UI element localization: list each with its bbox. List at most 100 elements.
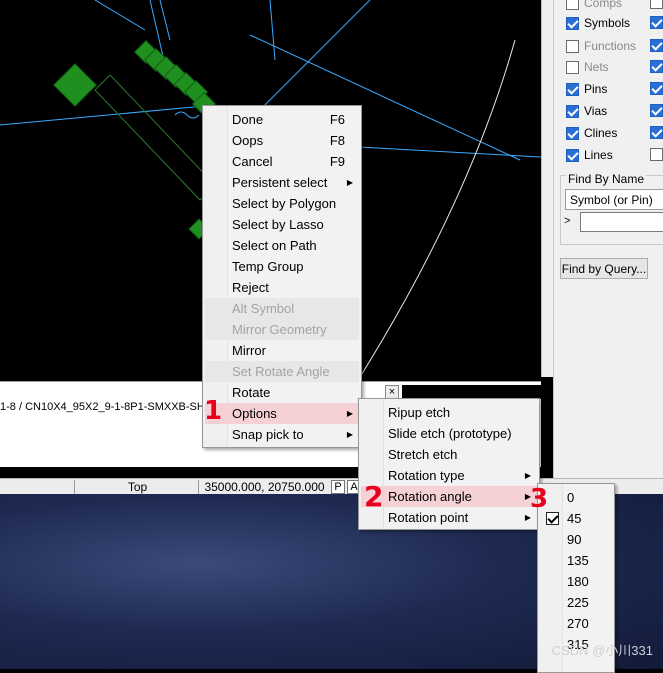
menu-shortcut: F8 bbox=[329, 133, 345, 148]
find-by-name-arrow-icon[interactable]: > bbox=[564, 215, 570, 227]
menu-item-angle-225[interactable]: 225 bbox=[540, 592, 612, 613]
visibility-row-lines[interactable]: Lines bbox=[566, 146, 613, 164]
find-by-query-button[interactable]: Find by Query... bbox=[560, 258, 648, 279]
checkbox-label: Comps bbox=[584, 0, 623, 10]
menu-item-stretch-etch[interactable]: Stretch etch bbox=[361, 444, 537, 465]
checkbox-label: Clines bbox=[584, 126, 618, 140]
menu-item-label: Rotation angle bbox=[388, 489, 472, 504]
checkbox-vias-col2[interactable] bbox=[650, 104, 663, 117]
cyan-trace bbox=[269, 0, 276, 61]
checkbox-symbols[interactable] bbox=[566, 16, 579, 30]
menu-item-select-by-polygon[interactable]: Select by Polygon bbox=[205, 193, 359, 214]
menu-item-angle-45[interactable]: 45 bbox=[540, 508, 612, 529]
find-by-name-input[interactable] bbox=[580, 212, 663, 232]
menu-item-angle-270[interactable]: 270 bbox=[540, 613, 612, 634]
checkbox-label: Symbols bbox=[584, 16, 631, 30]
checkbox-comps-col2[interactable] bbox=[650, 0, 663, 9]
menu-item-label: Mirror bbox=[232, 343, 266, 358]
menu-item-angle-180[interactable]: 180 bbox=[540, 571, 612, 592]
menu-item-rotation-point[interactable]: Rotation point ▶ bbox=[361, 507, 537, 528]
checkbox-functions[interactable] bbox=[566, 39, 579, 53]
checkbox-pins-col2[interactable] bbox=[650, 82, 663, 95]
menu-item-label: 45 bbox=[567, 511, 582, 526]
menu-item-done[interactable]: Done F6 bbox=[205, 109, 359, 130]
annotation-1: 1 bbox=[204, 396, 223, 426]
menu-item-cancel[interactable]: Cancel F9 bbox=[205, 151, 359, 172]
menu-item-temp-group[interactable]: Temp Group bbox=[205, 256, 359, 277]
menu-item-label: Reject bbox=[232, 280, 269, 295]
cyan-trace bbox=[159, 0, 171, 41]
menu-item-persistent-select[interactable]: Persistent select ▶ bbox=[205, 172, 359, 193]
menu-item-label: Persistent select bbox=[232, 175, 328, 190]
checkbox-lines-col2[interactable] bbox=[650, 148, 663, 161]
menu-item-mirror[interactable]: Mirror bbox=[205, 340, 359, 361]
pcb-pads bbox=[53, 39, 217, 240]
menu-item-angle-90[interactable]: 90 bbox=[540, 529, 612, 550]
menu-item-select-on-path[interactable]: Select on Path bbox=[205, 235, 359, 256]
menu-item-rotate[interactable]: Rotate bbox=[205, 382, 359, 403]
canvas-vertical-scrollbar[interactable] bbox=[541, 0, 553, 377]
checkbox-symbols-col2[interactable] bbox=[650, 16, 663, 29]
watermark: CSDN @小川331 bbox=[551, 643, 653, 658]
find-by-name-title: Find By Name bbox=[566, 172, 647, 186]
menu-item-angle-0[interactable]: 0 bbox=[540, 487, 612, 508]
menu-item-label: Alt Symbol bbox=[232, 301, 295, 316]
menu-item-label: Slide etch (prototype) bbox=[388, 426, 512, 441]
checkbox-clines[interactable] bbox=[566, 126, 579, 140]
menu-item-label: Stretch etch bbox=[388, 447, 458, 462]
menu-item-select-by-lasso[interactable]: Select by Lasso bbox=[205, 214, 359, 235]
visibility-row-clines[interactable]: Clines bbox=[566, 124, 617, 142]
menu-item-label: Select by Polygon bbox=[232, 196, 337, 211]
find-by-name-select[interactable]: Symbol (or Pin) bbox=[565, 189, 663, 210]
menu-item-label: Temp Group bbox=[232, 259, 304, 274]
checkbox-label: Pins bbox=[584, 82, 608, 96]
menu-item-label: Snap pick to bbox=[232, 427, 304, 442]
status-layer: Top bbox=[74, 480, 196, 494]
visibility-row-vias[interactable]: Vias bbox=[566, 102, 607, 120]
menu-item-reject[interactable]: Reject bbox=[205, 277, 359, 298]
menu-item-options[interactable]: Options ▶ bbox=[205, 403, 359, 424]
menu-item-alt-symbol: Alt Symbol bbox=[205, 298, 359, 319]
visibility-row-comps[interactable]: Comps bbox=[566, 0, 622, 12]
menu-item-ripup-etch[interactable]: Ripup etch bbox=[361, 402, 537, 423]
status-p-button[interactable]: P bbox=[331, 480, 345, 494]
checkbox-lines[interactable] bbox=[566, 148, 579, 162]
checkbox-nets[interactable] bbox=[566, 60, 579, 74]
checkbox-nets-col2[interactable] bbox=[650, 60, 663, 73]
visibility-row-symbols[interactable]: Symbols bbox=[566, 14, 630, 32]
visibility-row-nets[interactable]: Nets bbox=[566, 58, 609, 76]
menu-item-label: Set Rotate Angle bbox=[232, 364, 330, 379]
menu-item-label: 180 bbox=[567, 574, 589, 589]
menu-shortcut: F9 bbox=[329, 154, 345, 169]
command-tab-strip bbox=[402, 385, 541, 399]
checkbox-comps[interactable] bbox=[566, 0, 579, 10]
command-close-button[interactable]: × bbox=[385, 385, 399, 399]
visibility-row-functions[interactable]: Functions bbox=[566, 37, 636, 55]
checkbox-pins[interactable] bbox=[566, 82, 579, 96]
menu-item-label: Cancel bbox=[232, 154, 273, 169]
menu-item-label: Select on Path bbox=[232, 238, 317, 253]
menu-item-rotation-angle[interactable]: Rotation angle ▶ bbox=[361, 486, 537, 507]
menu-item-mirror-geometry: Mirror Geometry bbox=[205, 319, 359, 340]
checkbox-clines-col2[interactable] bbox=[650, 126, 663, 139]
submenu-arrow-icon: ▶ bbox=[346, 409, 353, 418]
options-submenu: Ripup etch Slide etch (prototype) Stretc… bbox=[358, 398, 540, 530]
visibility-panel: Comps Symbols Functions Nets Pins Vias C… bbox=[553, 0, 663, 480]
cyan-trace bbox=[259, 0, 371, 111]
cyan-trace bbox=[94, 0, 146, 31]
menu-item-label: Mirror Geometry bbox=[232, 322, 327, 337]
menu-item-angle-135[interactable]: 135 bbox=[540, 550, 612, 571]
checkbox-functions-col2[interactable] bbox=[650, 39, 663, 52]
checkbox-label: Lines bbox=[584, 148, 613, 162]
menu-item-label: Options bbox=[232, 406, 277, 421]
visibility-row-pins[interactable]: Pins bbox=[566, 80, 607, 98]
menu-item-slide-etch[interactable]: Slide etch (prototype) bbox=[361, 423, 537, 444]
checkbox-vias[interactable] bbox=[566, 104, 579, 118]
menu-item-label: Rotation point bbox=[388, 510, 469, 525]
menu-item-snap-pick-to[interactable]: Snap pick to ▶ bbox=[205, 424, 359, 445]
menu-item-label: 225 bbox=[567, 595, 589, 610]
menu-item-rotation-type[interactable]: Rotation type ▶ bbox=[361, 465, 537, 486]
menu-item-label: 135 bbox=[567, 553, 589, 568]
checkbox-label: Functions bbox=[584, 39, 637, 53]
menu-item-oops[interactable]: Oops F8 bbox=[205, 130, 359, 151]
